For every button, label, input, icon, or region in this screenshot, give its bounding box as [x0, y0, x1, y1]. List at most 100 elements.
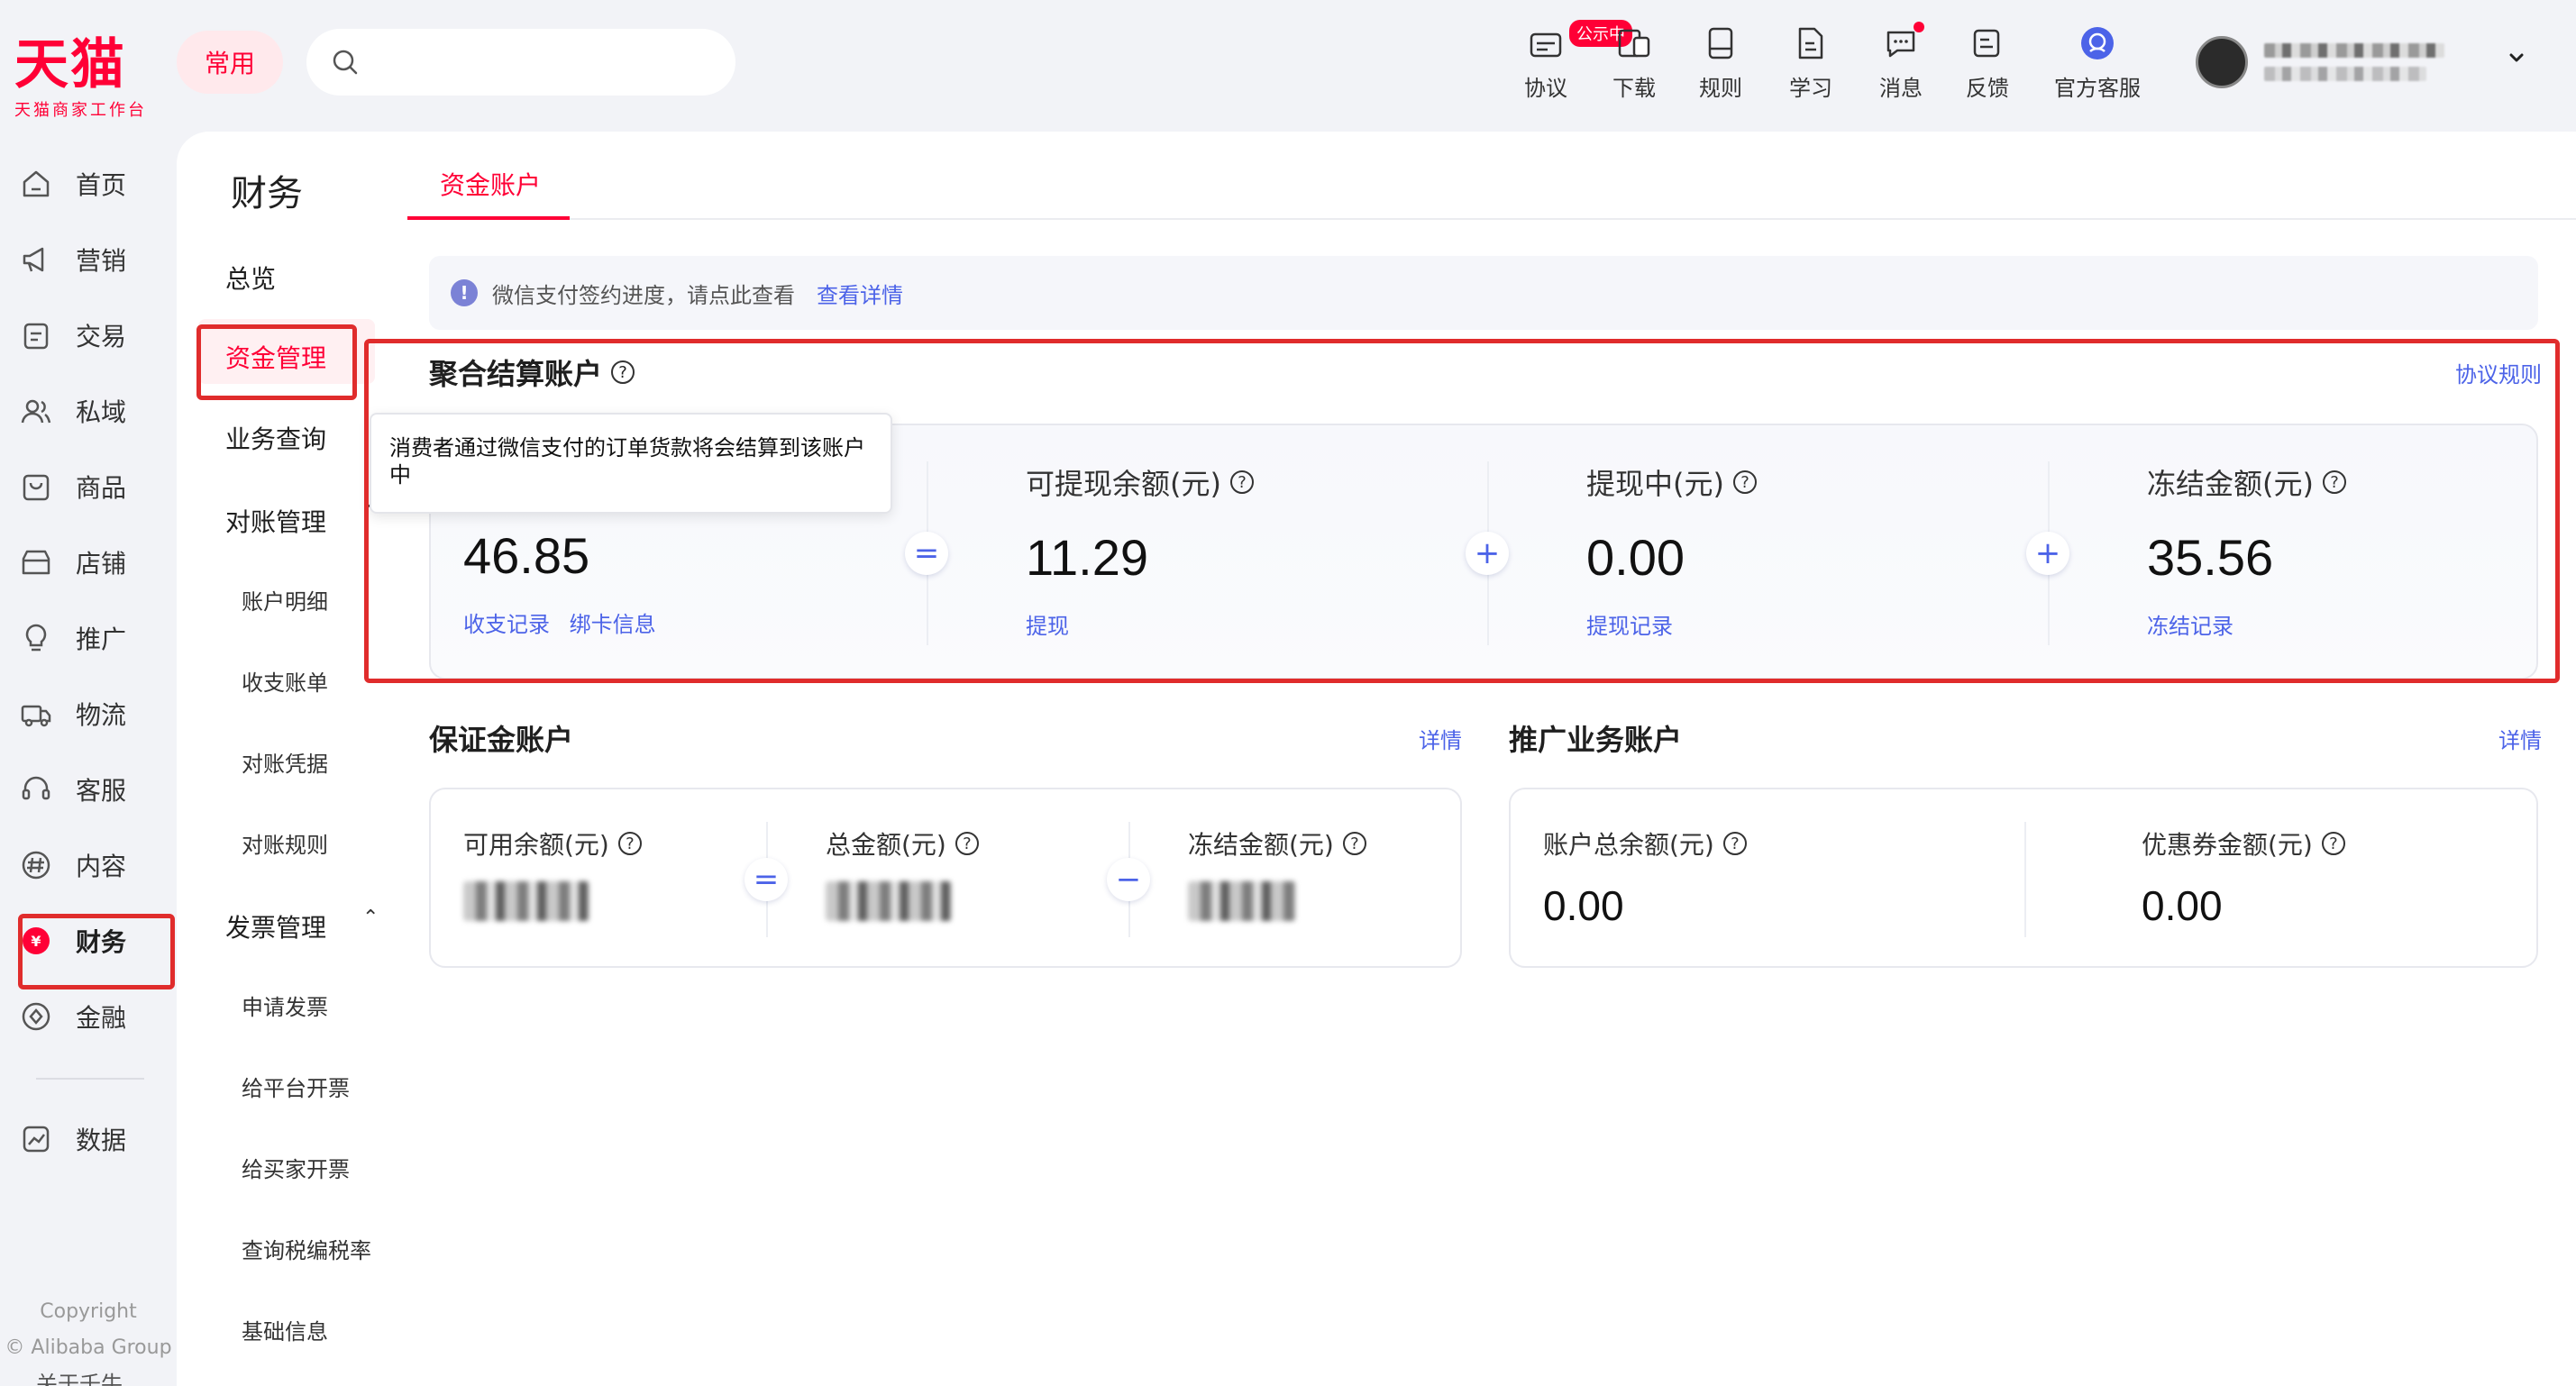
- help-icon[interactable]: ?: [1732, 470, 1757, 494]
- finance-subnav: 财务 总览 资金管理 业务查询 对账管理 ⌃ 账户明细 收支账单 对账凭据 对账…: [177, 132, 393, 1386]
- subnav-fund-management[interactable]: 资金管理: [225, 339, 326, 375]
- store-icon: [22, 550, 50, 575]
- unread-dot: [1914, 22, 1924, 32]
- subnav-income-bill[interactable]: 收支账单: [242, 665, 328, 697]
- tool-label: 规则: [1699, 76, 1742, 101]
- search-box[interactable]: [306, 29, 735, 96]
- sidebar-item-content[interactable]: 内容: [20, 833, 171, 898]
- subnav-reconcile-voucher[interactable]: 对账凭据: [242, 746, 328, 778]
- search-icon: [333, 50, 358, 75]
- tool-download[interactable]: 下载: [1603, 25, 1666, 102]
- help-icon[interactable]: ?: [955, 832, 979, 855]
- subnav-business-query[interactable]: 业务查询: [225, 420, 326, 456]
- deposit-account-panel: 可用余额(元)? = 总金额(元)? − 冻结金额(元)?: [429, 788, 1462, 968]
- help-icon[interactable]: ?: [1229, 470, 1254, 494]
- sidebar-item-label: 营销: [76, 246, 127, 276]
- megaphone-icon: [23, 247, 44, 272]
- sidebar-item-logistics[interactable]: 物流: [20, 681, 171, 746]
- goods-icon: [23, 474, 50, 501]
- blurred-value: [826, 881, 952, 921]
- frozen-record-link[interactable]: 冻结记录: [2147, 614, 2233, 639]
- help-icon[interactable]: ?: [1342, 832, 1366, 855]
- tool-learn[interactable]: 学习: [1779, 25, 1842, 102]
- subnav-reconcile[interactable]: 对账管理: [225, 503, 326, 539]
- sidebar-item-trade[interactable]: 交易: [20, 303, 171, 368]
- promo-account-panel: 账户总余额(元)? 0.00 优惠券金额(元)? 0.00: [1509, 788, 2538, 968]
- subnav-reconcile-rules[interactable]: 对账规则: [242, 827, 328, 859]
- tool-agreement[interactable]: 公示中 协议: [1514, 20, 1632, 102]
- wechat-pay-notice: ! 微信支付签约进度，请点此查看 查看详情: [429, 256, 2538, 330]
- sidebar-item-goods[interactable]: 商品: [20, 454, 171, 519]
- tool-rules[interactable]: 规则: [1689, 25, 1752, 102]
- tool-customer-service[interactable]: 官方客服: [2048, 25, 2147, 102]
- banking-icon: [22, 1002, 50, 1031]
- sidebar-item-label: 私域: [76, 397, 127, 427]
- withdrawable-value: 11.29: [1026, 529, 1148, 586]
- feedback-icon: [1969, 25, 2005, 61]
- promo-balance-value: 0.00: [1543, 882, 1624, 929]
- withdrawing-label: 提现中(元): [1586, 467, 1724, 501]
- help-icon[interactable]: ?: [611, 360, 635, 384]
- bind-card-link[interactable]: 绑卡信息: [570, 612, 656, 637]
- common-button[interactable]: 常用: [177, 31, 283, 94]
- account-help-tooltip: 消费者通过微信支付的订单货款将会结算到该账户中: [370, 413, 892, 514]
- tab-fund-account[interactable]: 资金账户: [440, 166, 541, 202]
- sidebar-item-finance[interactable]: ¥ 财务: [20, 908, 171, 973]
- sidebar-item-label: 推广: [76, 625, 127, 654]
- sidebar-item-store[interactable]: 店铺: [20, 530, 171, 595]
- withdraw-link[interactable]: 提现: [1026, 614, 1069, 639]
- frozen-value: 35.56: [2147, 529, 2274, 586]
- plus-icon: +: [1466, 532, 1509, 575]
- subnav-invoice-management[interactable]: 发票管理: [225, 908, 326, 944]
- divider: [2024, 822, 2026, 937]
- subnav-basic-info[interactable]: 基础信息: [242, 1314, 328, 1345]
- about-qianniu-link[interactable]: 关于千牛: [36, 1366, 123, 1386]
- withdrawable-balance: 可提现余额(元)? 11.29 提现: [1026, 461, 1254, 640]
- promo-detail-link[interactable]: 详情: [2498, 723, 2542, 754]
- blurred-value: [1188, 881, 1296, 921]
- chevron-down-icon[interactable]: [2506, 47, 2527, 68]
- sidebar-item-home[interactable]: 首页: [20, 151, 171, 216]
- total-balance: 46.85 收支记录 绑卡信息: [463, 501, 656, 638]
- withdrawable-label: 可提现余额(元): [1026, 467, 1221, 501]
- help-icon[interactable]: ?: [1722, 832, 1747, 855]
- rules-icon: [1703, 25, 1739, 61]
- subnav-tax-rate[interactable]: 查询税编税率: [242, 1233, 371, 1264]
- help-icon[interactable]: ?: [2321, 832, 2345, 855]
- sidebar-item-label: 首页: [76, 170, 127, 200]
- promo-account-title: 推广业务账户: [1509, 723, 1683, 757]
- user-name-blurred: [2264, 43, 2444, 81]
- sidebar-item-private-domain[interactable]: 私域: [20, 378, 171, 443]
- sidebar-item-data[interactable]: 数据: [20, 1107, 171, 1172]
- sidebar-item-banking[interactable]: 金融: [20, 984, 171, 1049]
- tool-message[interactable]: 消息: [1869, 22, 1932, 102]
- subnav-overview[interactable]: 总览: [225, 260, 276, 296]
- subnav-invoice-platform[interactable]: 给平台开票: [242, 1071, 350, 1102]
- subnav-apply-invoice[interactable]: 申请发票: [242, 989, 328, 1021]
- withdraw-record-link[interactable]: 提现记录: [1586, 614, 1673, 639]
- withdrawing-value: 0.00: [1586, 529, 1685, 586]
- sidebar-item-marketing[interactable]: 营销: [20, 227, 171, 292]
- sidebar-item-customer-service[interactable]: 客服: [20, 757, 171, 822]
- frozen-label: 冻结金额(元): [2147, 467, 2314, 501]
- subnav-account-detail[interactable]: 账户明细: [242, 584, 328, 615]
- avatar: [2196, 36, 2248, 88]
- tab-bar: 资金账户: [407, 132, 2576, 220]
- sidebar-item-promotion[interactable]: 推广: [20, 606, 171, 670]
- help-icon[interactable]: ?: [2322, 470, 2346, 494]
- notice-detail-link[interactable]: 查看详情: [817, 278, 903, 309]
- chevron-up-icon[interactable]: ⌃: [362, 907, 379, 929]
- subnav-invoice-buyer[interactable]: 给买家开票: [242, 1152, 350, 1183]
- search-input[interactable]: [371, 48, 714, 77]
- help-icon[interactable]: ?: [617, 832, 642, 855]
- tool-feedback[interactable]: 反馈: [1956, 25, 2019, 102]
- deposit-account-title: 保证金账户: [429, 723, 574, 757]
- deposit-detail-link[interactable]: 详情: [1419, 723, 1462, 754]
- promotion-icon: [25, 624, 47, 652]
- user-account[interactable]: [2196, 31, 2444, 94]
- deposit-frozen: 冻结金额(元)?: [1188, 825, 1366, 921]
- tmall-logo[interactable]: 天猫 天猫商家工作台: [14, 36, 159, 121]
- agreement-rules-link[interactable]: 协议规则: [2455, 357, 2542, 388]
- tool-label: 下载: [1612, 76, 1656, 101]
- income-expense-link[interactable]: 收支记录: [463, 612, 550, 637]
